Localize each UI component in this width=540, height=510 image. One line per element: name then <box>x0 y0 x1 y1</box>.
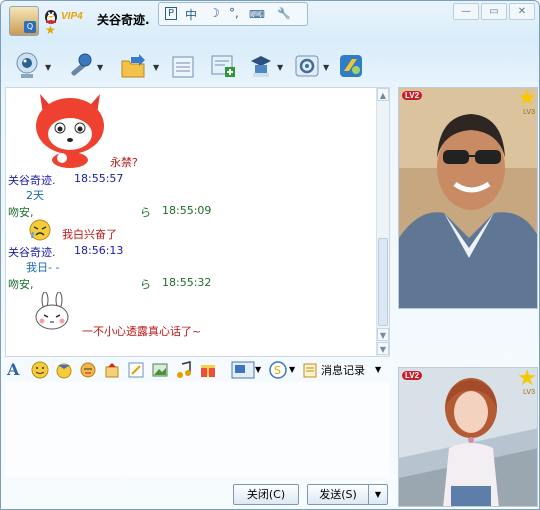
vip-badge: VIP4 <box>61 11 83 22</box>
maximize-button[interactable]: ▭ <box>481 3 507 20</box>
minimize-button[interactable]: — <box>453 3 479 20</box>
window-controls: — ▭ ✕ <box>451 3 535 20</box>
level-star-icon: ★ LV3 <box>517 87 537 116</box>
chinese-input-icon[interactable]: 中 <box>185 6 197 23</box>
contact-photo-image <box>399 88 537 308</box>
keyboard-icon[interactable]: ⌨ <box>249 8 265 21</box>
translate-icon[interactable]: S <box>269 361 287 379</box>
scroll-up-icon[interactable]: ▲ <box>377 88 389 101</box>
sender-name: 关谷奇迹. <box>8 246 56 259</box>
remote-assist-icon[interactable] <box>247 51 275 81</box>
gift-icon[interactable] <box>199 361 217 379</box>
wrench-icon[interactable]: 🔧 <box>277 7 291 20</box>
chat-history: 永禁? 关谷奇迹. 18:55:57 2天 吻安, ら 18:55:09 我白兴… <box>5 87 390 357</box>
red-fox-emoticon <box>36 94 104 168</box>
remote-assist-dropdown-icon[interactable]: ▼ <box>277 63 283 72</box>
p-icon[interactable]: P <box>165 7 178 20</box>
history-dropdown-icon[interactable]: ▼ <box>375 361 393 379</box>
title-bar: Q ★ VIP4 关谷奇迹. P 中 ☽ °, ⌨ 🔧 — ▭ ✕ <box>1 1 539 41</box>
send-options-icon[interactable]: ▼ <box>368 484 388 505</box>
status-icons-bar: P 中 ☽ °, ⌨ 🔧 <box>158 2 308 26</box>
contact-profile-photo[interactable]: LV2 ★ LV3 <box>398 87 538 309</box>
close-window-button[interactable]: ✕ <box>509 3 535 20</box>
message-time: 18:55:09 <box>162 204 212 217</box>
webcam-icon[interactable] <box>13 51 41 81</box>
screen-capture-icon[interactable] <box>231 361 255 379</box>
svg-text:S: S <box>274 364 281 377</box>
history-icon[interactable] <box>303 361 317 379</box>
send-file-icon[interactable] <box>119 51 147 81</box>
send-file-dropdown-icon[interactable]: ▼ <box>153 63 159 72</box>
app-center-icon[interactable] <box>293 51 321 81</box>
handwriting-icon[interactable] <box>127 361 145 379</box>
scroll-end-icon[interactable]: ▼ <box>377 342 389 355</box>
voice-message-icon[interactable] <box>103 361 121 379</box>
scroll-thumb[interactable] <box>378 238 388 326</box>
webcam-dropdown-icon[interactable]: ▼ <box>45 63 51 72</box>
app-center-dropdown-icon[interactable]: ▼ <box>323 63 329 72</box>
message-text: 我白兴奋了 <box>62 228 117 241</box>
message-text: 永禁? <box>110 156 138 169</box>
main-toolbar: ▼ ▼ ▼ ▼ ▼ <box>7 51 377 85</box>
email-icon[interactable] <box>169 51 197 81</box>
close-button[interactable]: 关闭(C) <box>233 484 299 505</box>
microphone-icon[interactable] <box>65 51 93 81</box>
magic-emoticon-icon[interactable] <box>55 361 73 379</box>
message-text: 一不小心透露真心话了~ <box>82 325 202 338</box>
message-text: 我日- - <box>26 261 60 274</box>
message-time: 18:56:13 <box>74 244 124 257</box>
qq-icon: Q <box>24 21 36 33</box>
send-button[interactable]: 发送(S) <box>307 484 369 505</box>
level-badge: LV2 <box>402 91 423 100</box>
contact-name: 关谷奇迹. <box>97 13 150 27</box>
format-toolbar: A ▼ S ▼ 消息记录 ▼ <box>5 359 390 381</box>
music-icon[interactable] <box>175 361 193 379</box>
sender-name-suffix: ら <box>140 206 151 219</box>
self-profile-photo[interactable]: LV2 ★ LV3 <box>398 367 538 507</box>
message-text: 2天 <box>26 189 44 202</box>
chat-scrollbar[interactable]: ▲ ▼ ▼ <box>376 88 389 356</box>
message-time: 18:55:57 <box>74 172 124 185</box>
scroll-down-icon[interactable]: ▼ <box>377 328 389 341</box>
contact-avatar[interactable]: Q <box>9 6 39 36</box>
sender-name: 吻安, <box>8 278 34 291</box>
level-badge: LV2 <box>402 371 423 380</box>
add-to-group-icon[interactable] <box>209 51 237 81</box>
punctuation-icon[interactable]: °, <box>229 6 239 20</box>
shake-window-icon[interactable] <box>79 361 97 379</box>
sender-name: 关谷奇迹. <box>8 174 56 187</box>
moon-icon[interactable]: ☽ <box>209 6 220 20</box>
chat-window: Q ★ VIP4 关谷奇迹. P 中 ☽ °, ⌨ 🔧 — ▭ ✕ ▼ ▼ ▼ … <box>0 0 540 510</box>
history-label[interactable]: 消息记录 <box>321 362 365 378</box>
star-icon: ★ <box>45 23 56 37</box>
message-input[interactable] <box>5 382 390 477</box>
bunny-emoticon <box>35 292 69 330</box>
message-time: 18:55:32 <box>162 276 212 289</box>
microphone-dropdown-icon[interactable]: ▼ <box>97 63 103 72</box>
qzone-icon[interactable] <box>337 51 365 81</box>
font-icon[interactable]: A <box>7 361 25 379</box>
emoticon-icon[interactable] <box>31 361 49 379</box>
screenshot-icon[interactable] <box>151 361 169 379</box>
sender-name-suffix: ら <box>140 278 151 291</box>
level-star-icon: ★ LV3 <box>517 367 537 396</box>
crying-face-emoticon <box>29 219 51 241</box>
